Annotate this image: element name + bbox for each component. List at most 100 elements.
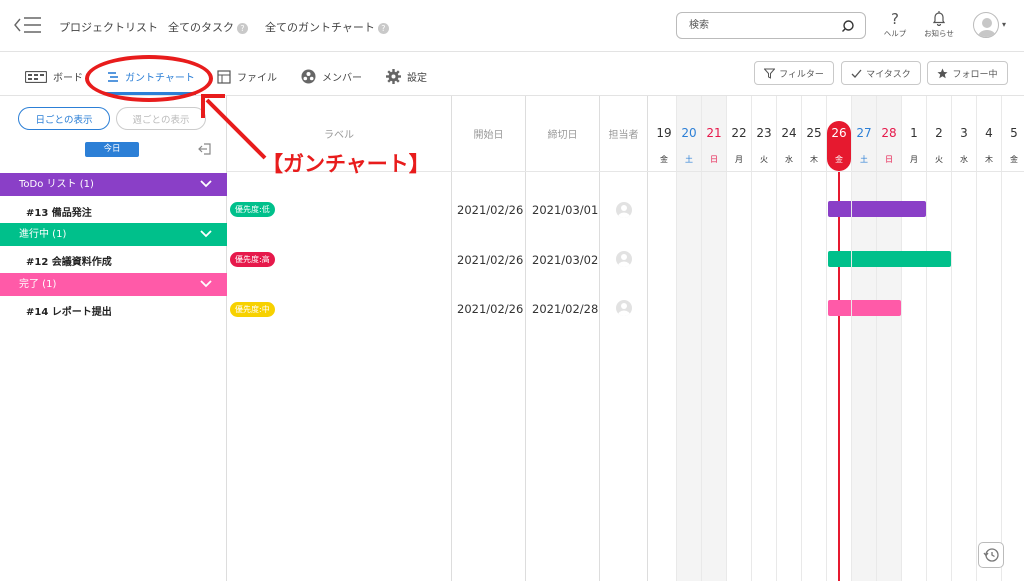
day-column: 19 金 — [652, 96, 677, 581]
help-button[interactable]: ? ヘルプ — [875, 10, 915, 39]
day-number: 5 — [1010, 126, 1018, 140]
day-number: 26 — [831, 126, 847, 140]
tab-board[interactable]: ボード — [25, 69, 83, 84]
avatar[interactable] — [973, 12, 999, 38]
group-todo-label: ToDo リスト (1) — [19, 179, 94, 190]
gear-icon — [386, 69, 401, 84]
day-weekday: 水 — [785, 155, 793, 164]
group-done-label: 完了 (1) — [19, 279, 57, 290]
group-done[interactable]: 完了 (1) — [0, 273, 227, 296]
day-column: 27 土 — [852, 96, 877, 581]
weekly-view-button[interactable]: 週ごとの表示 — [116, 107, 206, 130]
day-column: 1月 — [902, 96, 927, 581]
day-weekday: 月 — [735, 155, 743, 164]
task-item[interactable]: #14 レポート提出 — [26, 303, 112, 318]
filter-button[interactable]: フィルター — [754, 61, 834, 85]
history-icon — [983, 548, 999, 562]
day-column: 24 水 — [777, 96, 802, 581]
day-weekday: 月 — [910, 155, 918, 164]
group-in-progress-label: 進行中 (1) — [19, 229, 67, 240]
assignee-avatar[interactable] — [616, 300, 632, 316]
group-in-progress[interactable]: 進行中 (1) — [0, 223, 227, 246]
assignee-header: 担当者 — [608, 130, 639, 141]
question-icon[interactable]: ? — [237, 23, 248, 34]
day-weekday: 木 — [810, 155, 818, 164]
tab-file[interactable]: ファイル — [217, 69, 277, 84]
end-date: 2021/03/02 — [532, 253, 599, 267]
day-column: 4木 — [977, 96, 1002, 581]
task-item[interactable]: #12 会議資料作成 — [26, 253, 112, 268]
day-column: 25 木 — [802, 96, 827, 581]
priority-badge: 優先度:低 — [230, 202, 275, 217]
board-icon — [25, 70, 47, 83]
gantt-chart: 5 金 4 木 3 水 2 火 1 月 28 日 27 土 26 金 25 木 24 水 23 火 22 月 21 日 20 土 19 金 — [648, 96, 1024, 581]
nav-all-tasks-label: 全てのタスク — [168, 21, 234, 34]
annotation-circle — [85, 55, 213, 102]
back-menu-icon[interactable] — [14, 15, 42, 35]
nav-project-list[interactable]: プロジェクトリスト — [59, 19, 158, 35]
day-number: 19 — [656, 126, 672, 140]
day-number: 4 — [985, 126, 993, 140]
assignee-avatar[interactable] — [616, 202, 632, 218]
day-number: 22 — [731, 126, 747, 140]
day-column: 22 月 — [727, 96, 752, 581]
day-weekday: 日 — [885, 155, 893, 164]
day-column: 26 金 — [827, 96, 852, 581]
mytask-button[interactable]: マイタスク — [841, 61, 921, 85]
day-number: 23 — [756, 126, 772, 140]
end-date: 2021/03/01 — [532, 203, 599, 217]
day-number: 25 — [806, 126, 822, 140]
day-number: 2 — [935, 126, 943, 140]
star-icon — [937, 68, 948, 78]
end-column: 締切日 — [526, 96, 600, 581]
tab-settings-label: 設定 — [407, 73, 427, 84]
task-item[interactable]: #13 備品発注 — [26, 204, 92, 219]
assignee-avatar[interactable] — [616, 251, 632, 267]
day-weekday: 木 — [985, 155, 993, 164]
tab-board-label: ボード — [53, 73, 83, 84]
nav-all-gantt[interactable]: 全てのガントチャート? — [265, 19, 389, 35]
tab-file-label: ファイル — [237, 73, 277, 84]
search-icon[interactable] — [841, 19, 855, 36]
start-column: 開始日 — [452, 96, 526, 581]
chevron-down-icon[interactable]: ▾ — [1002, 20, 1006, 29]
search-input[interactable] — [689, 13, 839, 38]
annotation-arrow — [201, 94, 267, 160]
mytask-label: マイタスク — [866, 69, 911, 80]
day-weekday: 金 — [1010, 155, 1018, 164]
tab-member[interactable]: メンバー — [301, 69, 362, 84]
day-column: 2火 — [927, 96, 952, 581]
follow-button[interactable]: フォロー中 — [927, 61, 1008, 85]
follow-label: フォロー中 — [952, 69, 998, 80]
tab-member-label: メンバー — [322, 73, 362, 84]
day-weekday: 火 — [935, 155, 943, 164]
today-button[interactable]: 今日 — [85, 142, 139, 157]
help-label: ヘルプ — [883, 29, 907, 38]
day-column: 20 土 — [677, 96, 702, 581]
day-column: 3水 — [952, 96, 977, 581]
chevron-down-icon — [200, 180, 212, 188]
question-icon[interactable]: ? — [377, 23, 389, 34]
start-header: 開始日 — [473, 130, 504, 141]
bell-icon — [919, 10, 959, 28]
nav-all-gantt-label: 全てのガントチャート — [265, 21, 375, 34]
chevron-down-icon — [200, 280, 212, 288]
filter-label: フィルター — [779, 69, 824, 80]
search-box[interactable] — [676, 12, 866, 39]
start-date: 2021/02/26 — [457, 203, 524, 217]
top-bar: プロジェクトリスト 全てのタスク? 全てのガントチャート? ? ヘルプ お知らせ… — [0, 0, 1024, 52]
tab-settings[interactable]: 設定 — [386, 69, 427, 84]
day-weekday: 火 — [760, 155, 768, 164]
group-todo[interactable]: ToDo リスト (1) — [0, 173, 227, 196]
day-weekday: 金 — [835, 155, 843, 164]
start-date: 2021/02/26 — [457, 302, 524, 316]
nav-all-tasks[interactable]: 全てのタスク? — [168, 19, 248, 35]
end-header: 締切日 — [547, 130, 578, 141]
history-button[interactable] — [978, 542, 1004, 568]
day-weekday: 水 — [960, 155, 968, 164]
start-date: 2021/02/26 — [457, 253, 524, 267]
daily-view-button[interactable]: 日ごとの表示 — [18, 107, 110, 130]
day-weekday: 日 — [710, 155, 718, 164]
day-number: 24 — [781, 126, 797, 140]
notice-button[interactable]: お知らせ — [919, 10, 959, 39]
